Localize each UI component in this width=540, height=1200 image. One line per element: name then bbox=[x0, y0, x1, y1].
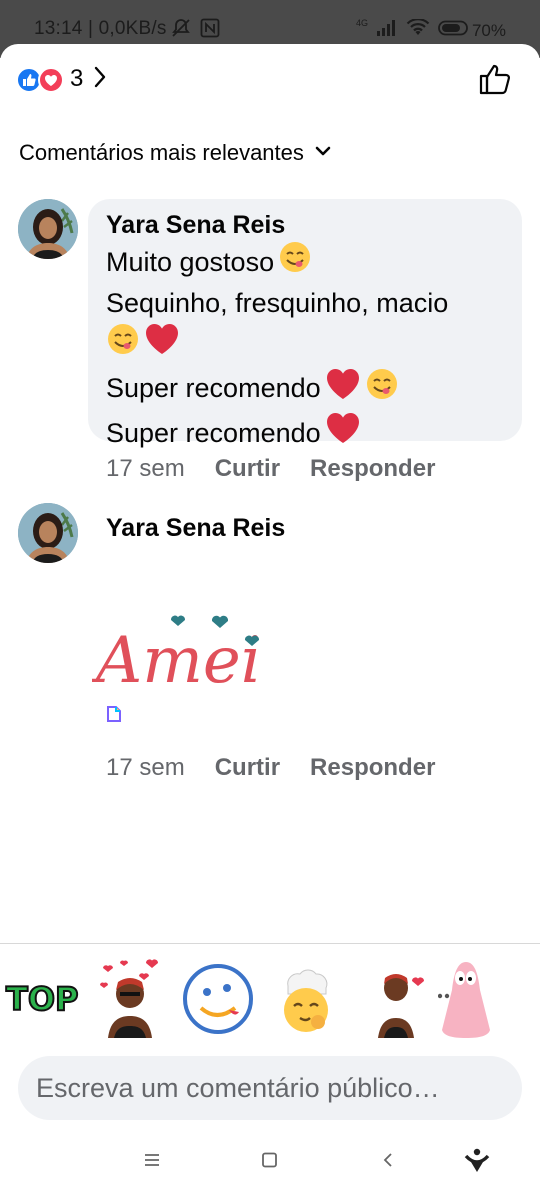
love-reaction-icon bbox=[38, 67, 64, 93]
yum-face-emoji-icon bbox=[278, 240, 312, 285]
sticker-pack-icon bbox=[106, 705, 122, 728]
network-label: 4G bbox=[355, 17, 368, 28]
comment-text: Sequinho, fresquinho, macio bbox=[106, 287, 449, 318]
yum-face-emoji-icon bbox=[365, 367, 399, 412]
comment-time: 17 sem bbox=[106, 754, 185, 781]
bitmoji-heart-sticker[interactable] bbox=[372, 964, 428, 1043]
comment-actions: 17 sem Curtir Responder bbox=[106, 455, 435, 483]
comment-text: Super recomendo bbox=[106, 373, 321, 403]
thumbs-up-icon bbox=[479, 64, 511, 95]
avatar[interactable] bbox=[18, 199, 78, 259]
comment-input-container[interactable] bbox=[18, 1056, 522, 1120]
top-sticker[interactable]: TOP bbox=[4, 974, 80, 1023]
yum-face-sticker[interactable] bbox=[181, 962, 255, 1041]
red-heart-emoji-icon bbox=[325, 411, 361, 456]
comment-text: Muito gostoso bbox=[106, 246, 275, 277]
sort-label: Comentários mais relevantes bbox=[19, 140, 304, 165]
red-heart-emoji-icon bbox=[325, 367, 361, 412]
comment-bubble: Yara Sena Reis Muito gostoso Sequinho, f… bbox=[88, 199, 522, 448]
reply-button[interactable]: Responder bbox=[310, 455, 435, 483]
battery-icon bbox=[438, 20, 470, 41]
back-icon[interactable] bbox=[381, 1152, 395, 1173]
comment-text: Super recomendo bbox=[106, 417, 321, 448]
bitmoji-hearts-sticker[interactable] bbox=[94, 958, 166, 1043]
sticker-text: Amei bbox=[92, 624, 261, 698]
home-icon[interactable] bbox=[261, 1152, 279, 1173]
reply-button[interactable]: Responder bbox=[310, 754, 435, 782]
comment-time: 17 sem bbox=[106, 455, 185, 482]
sticker-suggestions: TOP bbox=[0, 958, 540, 1040]
status-time: 13:14 | 0,0KB/s bbox=[34, 18, 167, 39]
comment-actions: 17 sem Curtir Responder bbox=[106, 754, 435, 782]
red-heart-emoji-icon bbox=[144, 322, 180, 367]
wifi-icon bbox=[406, 18, 430, 42]
sort-comments-dropdown[interactable]: Comentários mais relevantes bbox=[19, 140, 332, 166]
reactions-summary[interactable]: 3 bbox=[16, 64, 107, 94]
menu-icon[interactable] bbox=[143, 1152, 161, 1173]
like-post-button[interactable] bbox=[478, 62, 512, 101]
comment-input[interactable] bbox=[36, 1072, 504, 1104]
comment-author[interactable]: Yara Sena Reis bbox=[106, 514, 285, 543]
assistant-icon[interactable] bbox=[464, 1148, 490, 1179]
battery-percent: 70% bbox=[471, 20, 506, 40]
amei-sticker[interactable]: Amei bbox=[91, 600, 272, 705]
reaction-count: 3 bbox=[70, 65, 84, 92]
signal-icon bbox=[376, 19, 398, 42]
chef-sticker[interactable] bbox=[276, 966, 336, 1041]
comment-author[interactable]: Yara Sena Reis bbox=[106, 211, 504, 240]
patrick-sticker[interactable] bbox=[437, 960, 494, 1045]
chevron-right-icon bbox=[93, 65, 107, 94]
system-nav-bar bbox=[0, 1128, 540, 1200]
like-comment-button[interactable]: Curtir bbox=[215, 455, 280, 483]
top-sticker-text: TOP bbox=[6, 980, 78, 1018]
mute-bell-icon bbox=[170, 18, 192, 43]
yum-face-emoji-icon bbox=[106, 322, 140, 367]
chevron-down-icon bbox=[314, 144, 332, 162]
avatar[interactable] bbox=[18, 503, 78, 563]
like-comment-button[interactable]: Curtir bbox=[215, 754, 280, 782]
divider bbox=[0, 943, 540, 944]
nfc-icon bbox=[200, 18, 220, 43]
